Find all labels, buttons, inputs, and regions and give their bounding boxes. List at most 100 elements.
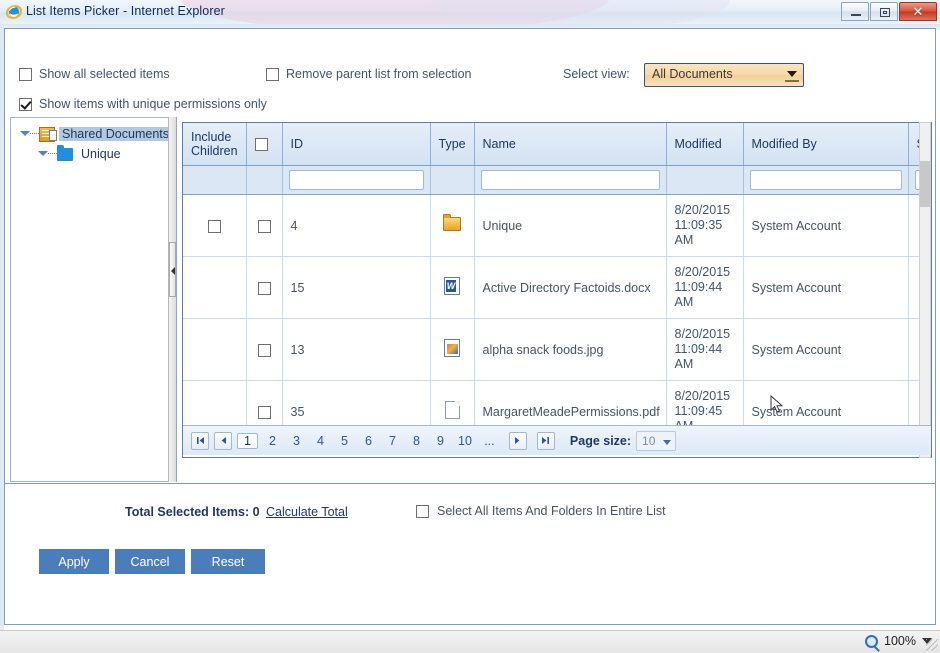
cancel-button[interactable]: Cancel <box>115 549 185 574</box>
page-size-label: Page size: <box>570 434 631 448</box>
page-button-3[interactable]: 3 <box>287 433 306 449</box>
title-bar: List Items Picker - Internet Explorer ✕ <box>0 0 940 24</box>
folder-icon <box>57 148 73 161</box>
vertical-scrollbar-thumb[interactable] <box>920 161 930 207</box>
previous-page-button[interactable] <box>214 432 232 450</box>
page-button-10[interactable]: 10 <box>455 433 475 449</box>
pane-splitter[interactable] <box>168 117 177 482</box>
page-button-6[interactable]: 6 <box>359 433 378 449</box>
page-ellipsis[interactable]: ... <box>480 433 499 449</box>
select-all-entire-list-checkbox[interactable] <box>416 505 429 518</box>
cell-id: 4 <box>282 195 430 257</box>
expand-collapse-icon[interactable] <box>17 128 30 141</box>
close-button[interactable]: ✕ <box>899 2 937 21</box>
filter-cell-name <box>474 166 666 195</box>
items-table: Include Children ID Type Name Modified M… <box>183 123 932 443</box>
filter-cell-id <box>282 166 430 195</box>
table-header-row: Include Children ID Type Name Modified M… <box>183 123 932 166</box>
page-button-5[interactable]: 5 <box>335 433 354 449</box>
chevron-down-icon <box>787 71 797 77</box>
calculate-total-link[interactable]: Calculate Total <box>266 505 348 519</box>
select-view-dropdown[interactable]: All Documents <box>644 63 804 87</box>
resize-grip[interactable] <box>926 639 938 651</box>
dialog-buttons: Apply Cancel Reset <box>39 549 265 574</box>
cell-modified-by: System Account <box>743 257 908 319</box>
select-view-label: Select view: <box>563 67 630 81</box>
last-page-button[interactable] <box>537 432 555 450</box>
filter-input-name[interactable] <box>481 170 660 190</box>
page-button-4[interactable]: 4 <box>311 433 330 449</box>
column-header-id[interactable]: ID <box>282 123 430 166</box>
column-header-modified[interactable]: Modified <box>666 123 743 166</box>
tree-connector <box>30 133 39 135</box>
cell-id: 13 <box>282 319 430 381</box>
remove-parent-list-checkbox[interactable] <box>266 68 279 81</box>
page-button-2[interactable]: 2 <box>263 433 282 449</box>
table-row[interactable]: 13 alpha snack foods.jpg 8/20/2015 11:09… <box>183 319 932 381</box>
page-button-9[interactable]: 9 <box>431 433 450 449</box>
close-icon: ✕ <box>900 3 936 20</box>
column-header-include-children[interactable]: Include Children <box>183 123 246 166</box>
filter-input-modified-by[interactable] <box>750 170 902 190</box>
cell-modified-by: System Account <box>743 319 908 381</box>
filter-cell-select <box>246 166 282 195</box>
show-all-selected-items-option[interactable]: Show all selected items <box>19 67 170 81</box>
table-row[interactable]: 15 W Active Directory Factoids.docx 8/20… <box>183 257 932 319</box>
zoom-control[interactable]: 100% <box>865 634 932 648</box>
page-size-dropdown[interactable]: 10 <box>636 431 676 451</box>
expand-collapse-icon[interactable] <box>35 148 48 161</box>
tree-node-unique[interactable]: Unique <box>35 145 124 163</box>
remove-parent-list-option[interactable]: Remove parent list from selection <box>266 67 472 81</box>
cell-select <box>246 257 282 319</box>
filter-cell-modified-by <box>743 166 908 195</box>
column-header-modified-by[interactable]: Modified By <box>743 123 908 166</box>
column-header-name[interactable]: Name <box>474 123 666 166</box>
cell-modified: 8/20/2015 11:09:44 AM <box>666 319 743 381</box>
row-select-checkbox[interactable] <box>258 220 271 233</box>
row-select-checkbox[interactable] <box>258 406 271 419</box>
zoom-level-label: 100% <box>884 634 916 648</box>
modified-time: 11:09:44 <box>675 342 735 357</box>
select-all-entire-list-option[interactable]: Select All Items And Folders In Entire L… <box>416 504 666 518</box>
minimize-button[interactable] <box>841 2 869 21</box>
unique-permissions-option[interactable]: Show items with unique permissions only <box>19 97 267 111</box>
show-all-selected-items-checkbox[interactable] <box>19 68 32 81</box>
include-children-line2: Children <box>191 144 238 158</box>
cell-type <box>430 319 474 381</box>
table-row[interactable]: 4 Unique 8/20/2015 11:09:35 AM System Ac… <box>183 195 932 257</box>
folder-tree-pane[interactable]: Shared Documents Unique <box>10 117 168 482</box>
page-button-7[interactable]: 7 <box>383 433 402 449</box>
tree-node-shared-documents[interactable]: Shared Documents <box>17 125 172 143</box>
cell-include-children <box>183 319 246 381</box>
page-button-1[interactable]: 1 <box>237 433 258 449</box>
reset-button[interactable]: Reset <box>191 549 265 574</box>
column-header-type[interactable]: Type <box>430 123 474 166</box>
grid-vertical-scrollbar[interactable] <box>919 122 931 458</box>
tree-connector <box>48 153 57 155</box>
splitter-collapse-handle[interactable] <box>169 242 176 297</box>
next-page-button[interactable] <box>509 432 527 450</box>
folder-icon <box>443 217 461 231</box>
filter-input-id[interactable] <box>289 170 424 190</box>
apply-button[interactable]: Apply <box>39 549 109 574</box>
table-filter-row <box>183 166 932 195</box>
cell-type <box>430 195 474 257</box>
select-view-value: All Documents <box>652 67 733 81</box>
select-all-entire-list-label: Select All Items And Folders In Entire L… <box>437 504 666 518</box>
cell-id: 15 <box>282 257 430 319</box>
magnifier-icon <box>865 635 878 648</box>
show-all-selected-items-label: Show all selected items <box>39 67 170 81</box>
select-all-rows-checkbox[interactable] <box>255 138 268 151</box>
row-select-checkbox[interactable] <box>258 282 271 295</box>
include-children-checkbox[interactable] <box>208 220 221 233</box>
column-header-select-all[interactable] <box>246 123 282 166</box>
dialog-content: Show all selected items Remove parent li… <box>4 28 936 484</box>
include-children-line1: Include <box>191 130 238 144</box>
row-select-checkbox[interactable] <box>258 344 271 357</box>
unique-permissions-checkbox[interactable] <box>19 98 32 111</box>
cell-select <box>246 319 282 381</box>
first-page-button[interactable] <box>191 432 209 450</box>
page-button-8[interactable]: 8 <box>407 433 426 449</box>
maximize-button[interactable] <box>870 2 898 21</box>
tree-node-label: Shared Documents <box>59 127 172 141</box>
